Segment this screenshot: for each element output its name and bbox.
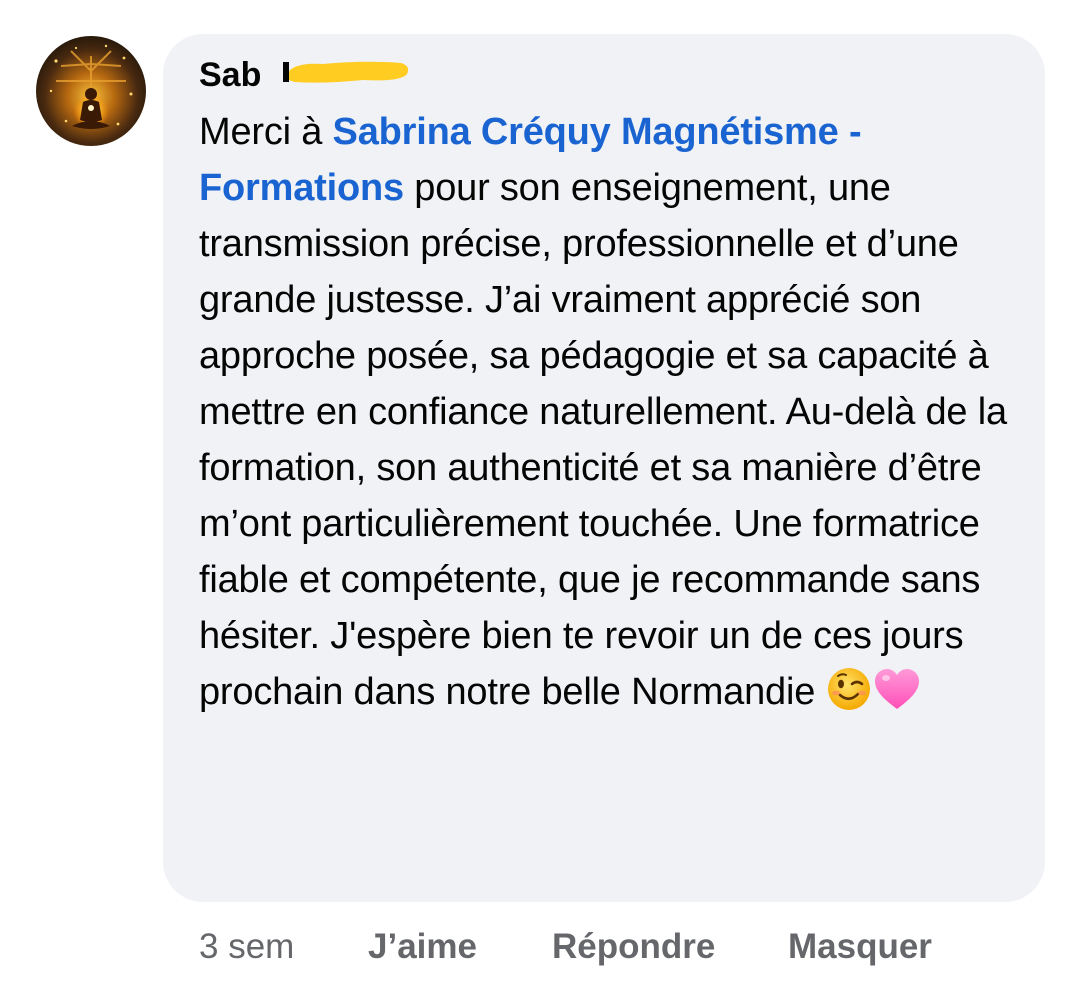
comment-timestamp[interactable]: 3 sem [199,922,294,972]
comment-body: Merci à Sabrina Créquy Magnétisme - Form… [199,104,1021,728]
winking-face-icon [826,666,872,728]
pink-heart-icon [872,666,922,728]
reply-button[interactable]: Répondre [552,922,715,972]
author-name-text: Sab [199,56,262,94]
name-redaction-mark [283,58,411,86]
comment-main-text: pour son enseignement, une transmission … [199,167,1007,713]
like-button[interactable]: J’aime [368,922,477,972]
comment-intro-text: Merci à [199,111,333,153]
hide-button[interactable]: Masquer [788,922,932,972]
comment-author-name[interactable]: Sab [199,52,261,98]
author-avatar[interactable] [36,36,146,146]
